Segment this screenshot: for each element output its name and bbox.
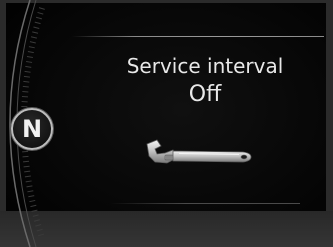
top-divider-line [72, 36, 324, 37]
gear-letter: N [21, 115, 43, 143]
message-value: Off [188, 82, 222, 107]
wrench-icon [146, 139, 252, 164]
gear-indicator: N [11, 108, 53, 150]
instrument-cluster-screen: Service interval Off N [0, 0, 333, 247]
message-title: Service interval [126, 54, 284, 78]
bottom-divider-line [110, 203, 300, 204]
